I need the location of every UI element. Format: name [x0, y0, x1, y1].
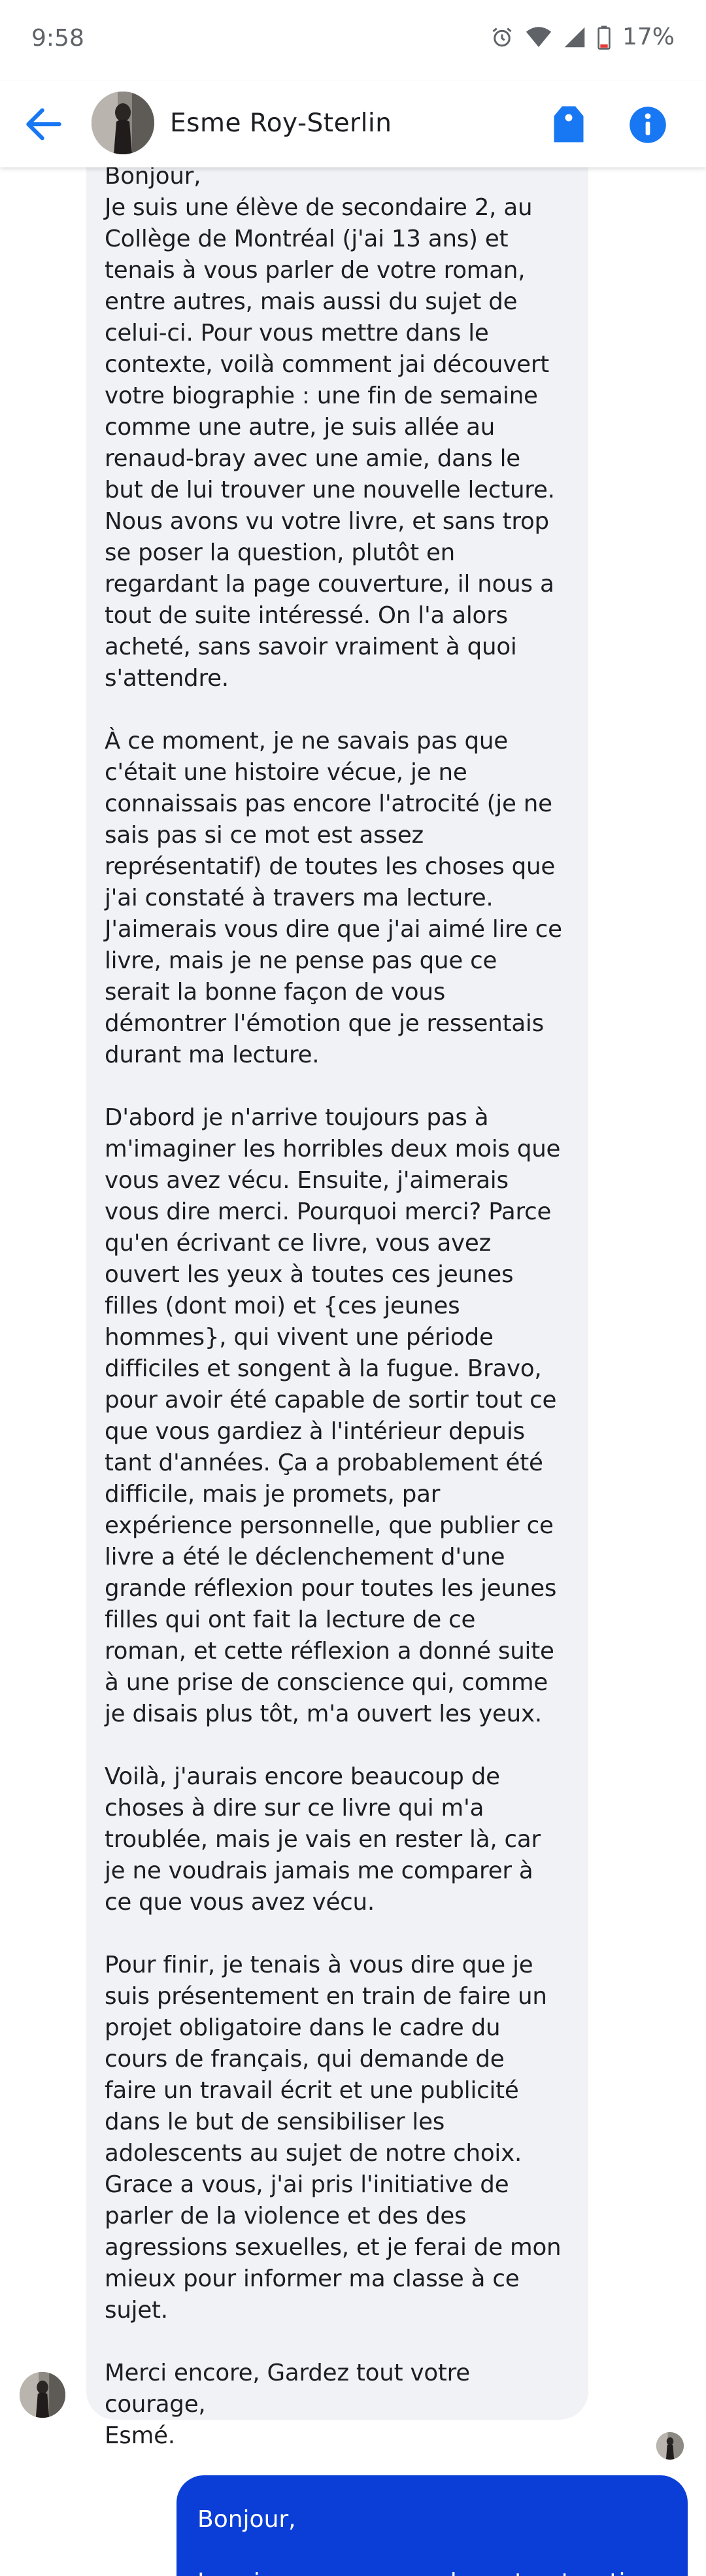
sender-avatar[interactable]: [20, 2372, 65, 2418]
battery-percent: 17%: [622, 24, 675, 50]
status-icons: 17%: [490, 24, 675, 50]
message-paragraph: Bonjour,: [197, 2506, 296, 2533]
tag-icon: [554, 106, 584, 143]
tag-button[interactable]: [552, 105, 585, 144]
back-button[interactable]: [25, 107, 63, 141]
alarm-icon: [492, 27, 512, 46]
wifi-icon: [526, 26, 552, 47]
message-paragraph: D'abord je n'arrive toujours pas à m'ima…: [105, 1104, 561, 1727]
status-bar: 9:58 17%: [0, 0, 706, 81]
message-paragraph: À ce moment, je ne savais pas que c'étai…: [105, 728, 562, 1068]
battery-icon: [597, 25, 611, 50]
message-thread[interactable]: Bonjour, Je suis une élève de secondaire…: [0, 167, 706, 2576]
signal-icon: [564, 27, 585, 47]
outgoing-message-bubble[interactable]: Bonjour, Je suis en processus de restruc…: [176, 2475, 688, 2576]
info-button[interactable]: [629, 106, 667, 144]
incoming-message-bubble[interactable]: Bonjour, Je suis une élève de secondaire…: [86, 167, 588, 2449]
message-paragraph: Pour finir, je tenais à vous dire que je…: [105, 1952, 562, 2324]
message-paragraph: Voilà, j'aurais encore beaucoup de chose…: [105, 1763, 541, 1916]
conversation-header: Esme Roy-Sterlin: [0, 81, 706, 167]
read-receipt-avatar: [656, 2432, 684, 2460]
contact-avatar[interactable]: [92, 92, 154, 154]
back-arrow-icon: [26, 108, 61, 141]
info-icon: [630, 107, 666, 143]
message-paragraph: Bonjour, Je suis une élève de secondaire…: [105, 167, 555, 692]
status-time: 9:58: [31, 25, 84, 52]
contact-name[interactable]: Esme Roy-Sterlin: [170, 109, 392, 138]
message-paragraph: Je suis en processus de restructuration: [197, 2567, 665, 2576]
message-paragraph: Merci encore, Gardez tout votre courage,…: [105, 2360, 470, 2449]
